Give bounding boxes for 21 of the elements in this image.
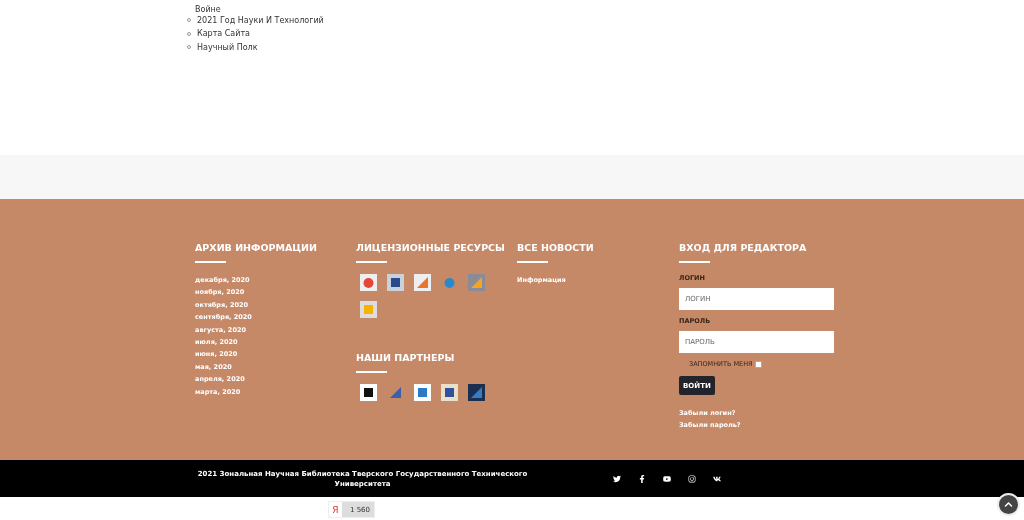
chevron-up-icon — [1004, 500, 1013, 509]
camera-icon[interactable] — [688, 474, 696, 483]
section-title: ЛИЦЕНЗИОННЫЕ РЕСУРСЫ — [356, 242, 506, 253]
list-item[interactable]: Войне — [195, 0, 1024, 14]
resource-logo[interactable] — [414, 274, 431, 291]
video-icon[interactable] — [663, 474, 671, 483]
list-item[interactable]: Карта Сайта — [197, 29, 250, 39]
scroll-top-button[interactable] — [997, 493, 1020, 516]
list-item[interactable]: 2021 Год Науки И Технологий — [197, 15, 324, 25]
facebook-icon[interactable] — [638, 474, 646, 483]
list-item[interactable]: Научный Полк — [197, 42, 258, 52]
resource-logo[interactable] — [387, 274, 404, 291]
remember-checkbox[interactable] — [754, 360, 762, 368]
partner-logo[interactable] — [360, 384, 377, 401]
section-title: ВСЕ НОВОСТИ — [517, 242, 595, 253]
section-title: АРХИВ ИНФОРМАЦИИ — [195, 242, 319, 253]
resource-logo[interactable] — [360, 274, 377, 291]
section-title: ВХОД ДЛЯ РЕДАКТОРА — [679, 242, 808, 253]
bird-icon[interactable] — [613, 474, 621, 483]
section-title: НАШИ ПАРТНЕРЫ — [356, 352, 456, 363]
vk-icon[interactable] — [713, 474, 721, 483]
